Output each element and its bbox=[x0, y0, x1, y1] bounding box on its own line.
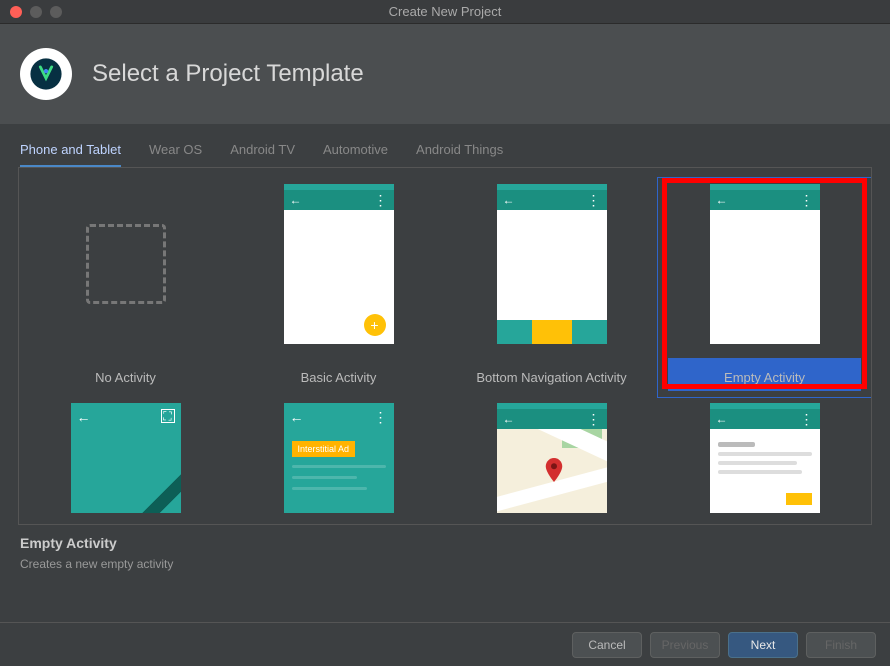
wizard-title: Select a Project Template bbox=[92, 60, 364, 88]
tab-android-tv[interactable]: Android TV bbox=[230, 142, 295, 167]
tab-android-things[interactable]: Android Things bbox=[416, 142, 503, 167]
next-button[interactable]: Next bbox=[728, 632, 798, 658]
template-thumb: + bbox=[284, 184, 394, 344]
template-maps-activity[interactable] bbox=[445, 397, 658, 519]
detail-description: Creates a new empty activity bbox=[20, 557, 870, 571]
template-thumb bbox=[710, 403, 820, 513]
template-thumb bbox=[71, 184, 181, 344]
overflow-menu-icon bbox=[374, 192, 388, 209]
detail-title: Empty Activity bbox=[20, 535, 870, 551]
dashed-placeholder-icon bbox=[86, 224, 166, 304]
back-arrow-icon bbox=[716, 193, 728, 207]
template-fullscreen-activity[interactable]: ⛶ bbox=[19, 397, 232, 519]
titlebar: Create New Project bbox=[0, 0, 890, 24]
template-detail: Empty Activity Creates a new empty activ… bbox=[0, 525, 890, 571]
template-label: No Activity bbox=[29, 370, 222, 385]
cancel-button[interactable]: Cancel bbox=[572, 632, 642, 658]
template-label: Bottom Navigation Activity bbox=[455, 370, 648, 385]
wizard-footer: Cancel Previous Next Finish bbox=[0, 622, 890, 666]
template-admob-activity[interactable]: Interstitial Ad bbox=[232, 397, 445, 519]
wizard-header: Select a Project Template bbox=[0, 24, 890, 124]
android-studio-logo bbox=[20, 48, 72, 100]
template-no-activity[interactable]: No Activity bbox=[19, 178, 232, 397]
fullscreen-icon: ⛶ bbox=[161, 409, 175, 423]
back-arrow-icon bbox=[290, 193, 302, 207]
tab-phone-tablet[interactable]: Phone and Tablet bbox=[20, 142, 121, 167]
back-arrow-icon bbox=[716, 412, 728, 426]
template-label: Basic Activity bbox=[242, 370, 435, 385]
template-thumb bbox=[710, 184, 820, 344]
template-grid: No Activity + Basic Activity Bottom Navi… bbox=[18, 167, 872, 525]
overflow-menu-icon bbox=[587, 192, 601, 209]
overflow-menu-icon bbox=[374, 409, 388, 426]
template-empty-activity[interactable]: Empty Activity bbox=[658, 178, 871, 397]
template-basic-activity[interactable]: + Basic Activity bbox=[232, 178, 445, 397]
fab-icon: + bbox=[364, 314, 386, 336]
tab-wear-os[interactable]: Wear OS bbox=[149, 142, 202, 167]
template-thumb: Interstitial Ad bbox=[284, 403, 394, 513]
overflow-menu-icon bbox=[800, 192, 814, 209]
back-arrow-icon bbox=[503, 412, 515, 426]
map-pin-icon bbox=[545, 458, 563, 482]
finish-button[interactable]: Finish bbox=[806, 632, 876, 658]
back-arrow-icon bbox=[290, 409, 304, 425]
overflow-menu-icon bbox=[800, 411, 814, 428]
back-arrow-icon bbox=[503, 193, 515, 207]
tab-automotive[interactable]: Automotive bbox=[323, 142, 388, 167]
template-label: Empty Activity bbox=[668, 370, 861, 385]
template-thumb bbox=[497, 184, 607, 344]
template-thumb bbox=[497, 403, 607, 513]
device-category-tabs: Phone and Tablet Wear OS Android TV Auto… bbox=[0, 124, 890, 167]
back-arrow-icon bbox=[77, 409, 91, 425]
template-scrolling-activity[interactable] bbox=[658, 397, 871, 519]
template-thumb: ⛶ bbox=[71, 403, 181, 513]
action-button-icon bbox=[786, 493, 812, 505]
window-title: Create New Project bbox=[0, 4, 890, 19]
overflow-menu-icon bbox=[587, 411, 601, 428]
bottom-nav-icon bbox=[497, 320, 607, 344]
template-bottom-navigation[interactable]: Bottom Navigation Activity bbox=[445, 178, 658, 397]
ad-badge: Interstitial Ad bbox=[292, 441, 356, 457]
previous-button[interactable]: Previous bbox=[650, 632, 720, 658]
